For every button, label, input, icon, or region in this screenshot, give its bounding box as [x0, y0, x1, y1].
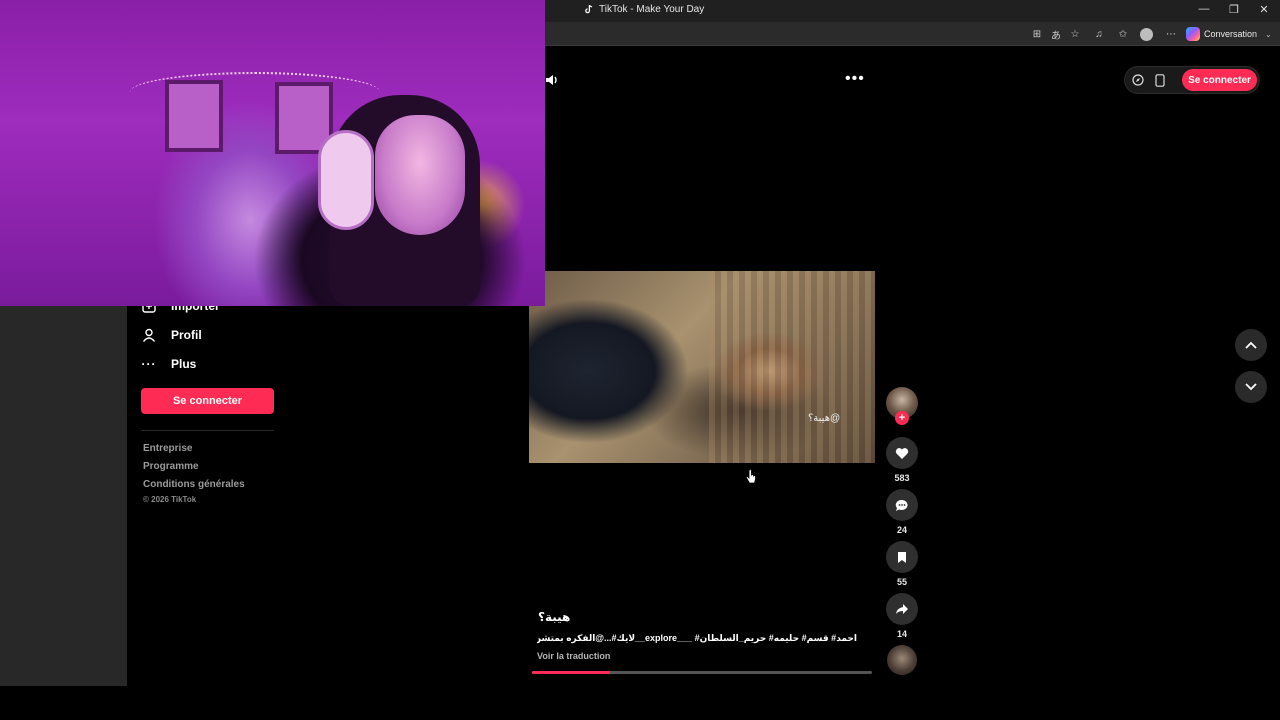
- share-count: 14: [896, 629, 907, 639]
- like-button[interactable]: [886, 437, 918, 469]
- more-icon[interactable]: ⋯: [1164, 27, 1178, 41]
- tiktok-icon: [585, 5, 593, 14]
- comment-icon: [895, 499, 908, 511]
- comment-button[interactable]: [886, 489, 918, 521]
- compass-icon[interactable]: [1131, 73, 1145, 87]
- video-watermark: @هيبة؟: [808, 413, 841, 424]
- app-available-icon[interactable]: ⊞: [1030, 27, 1044, 41]
- music-disc-avatar[interactable]: [887, 645, 917, 675]
- streamer-face: [375, 115, 465, 235]
- previous-video-button[interactable]: [1235, 329, 1267, 361]
- minimize-button[interactable]: —: [1196, 3, 1212, 15]
- share-arrow-icon: [896, 603, 908, 614]
- mouse-cursor-icon: [745, 469, 756, 484]
- sidebar-item-label: Plus: [171, 357, 197, 371]
- profile-icon[interactable]: [1140, 28, 1153, 41]
- video-progress-bar[interactable]: [532, 671, 872, 674]
- webcam-overlay: [0, 0, 545, 306]
- copyright-text: © 2026 TikTok: [143, 495, 197, 504]
- desktop-background: [0, 306, 127, 686]
- taskbar-area: [0, 686, 1280, 720]
- footer-link-entreprise[interactable]: Entreprise: [143, 443, 192, 454]
- sidebar-divider: [141, 430, 274, 431]
- sidebar-item-plus[interactable]: ··· Plus: [141, 356, 197, 372]
- comment-count: 24: [896, 525, 907, 535]
- like-count: 583: [894, 473, 910, 483]
- close-button[interactable]: ✕: [1256, 3, 1272, 16]
- person-icon: [141, 327, 157, 343]
- tab-title-text: TikTok - Make Your Day: [599, 4, 705, 15]
- footer-link-conditions[interactable]: Conditions générales: [143, 479, 245, 490]
- share-button[interactable]: [886, 593, 918, 625]
- favorite-star-icon[interactable]: ☆: [1068, 27, 1082, 41]
- heart-icon: [895, 447, 909, 459]
- copilot-icon: [1186, 27, 1200, 41]
- header-login-button[interactable]: Se connecter: [1182, 69, 1257, 91]
- sidebar-login-button[interactable]: Se connecter: [141, 388, 274, 414]
- video-caption-title: هيبة؟: [538, 610, 571, 624]
- bookmark-icon: [898, 551, 906, 563]
- headset: [318, 130, 374, 230]
- phone-icon[interactable]: [1153, 73, 1167, 87]
- video-caption-tags[interactable]: احمد# قسم# حليمه# حريم_السلطان# ___explo…: [537, 633, 857, 644]
- video-progress-fill: [532, 671, 611, 674]
- chevron-down-icon: ⌄: [1265, 29, 1272, 39]
- sidebar-item-label: Profil: [171, 328, 202, 342]
- fairy-lights: [130, 72, 380, 112]
- footer-link-programme[interactable]: Programme: [143, 461, 199, 472]
- sidebar-item-profil[interactable]: Profil: [141, 327, 202, 343]
- video-frame-detail: [709, 271, 875, 463]
- chevron-up-icon: [1245, 341, 1257, 349]
- save-count: 55: [896, 577, 907, 587]
- video-more-icon[interactable]: •••: [845, 70, 865, 88]
- more-dots-icon: ···: [141, 357, 157, 371]
- restore-button[interactable]: ❐: [1226, 3, 1242, 16]
- copilot-button[interactable]: Conversation ⌄: [1186, 26, 1272, 42]
- sound-icon[interactable]: [544, 72, 560, 88]
- video-player[interactable]: [529, 271, 875, 463]
- browser-tab[interactable]: TikTok - Make Your Day: [584, 4, 704, 15]
- copilot-label: Conversation: [1204, 29, 1258, 39]
- follow-plus-icon[interactable]: +: [895, 411, 909, 425]
- translate-icon[interactable]: あ: [1049, 27, 1063, 42]
- next-video-button[interactable]: [1235, 371, 1267, 403]
- chevron-down-icon: [1245, 383, 1257, 391]
- music-icon[interactable]: ♫: [1092, 27, 1106, 41]
- save-button[interactable]: [886, 541, 918, 573]
- see-translation-link[interactable]: Voir la traduction: [537, 651, 610, 661]
- collections-icon[interactable]: ✩: [1116, 27, 1130, 41]
